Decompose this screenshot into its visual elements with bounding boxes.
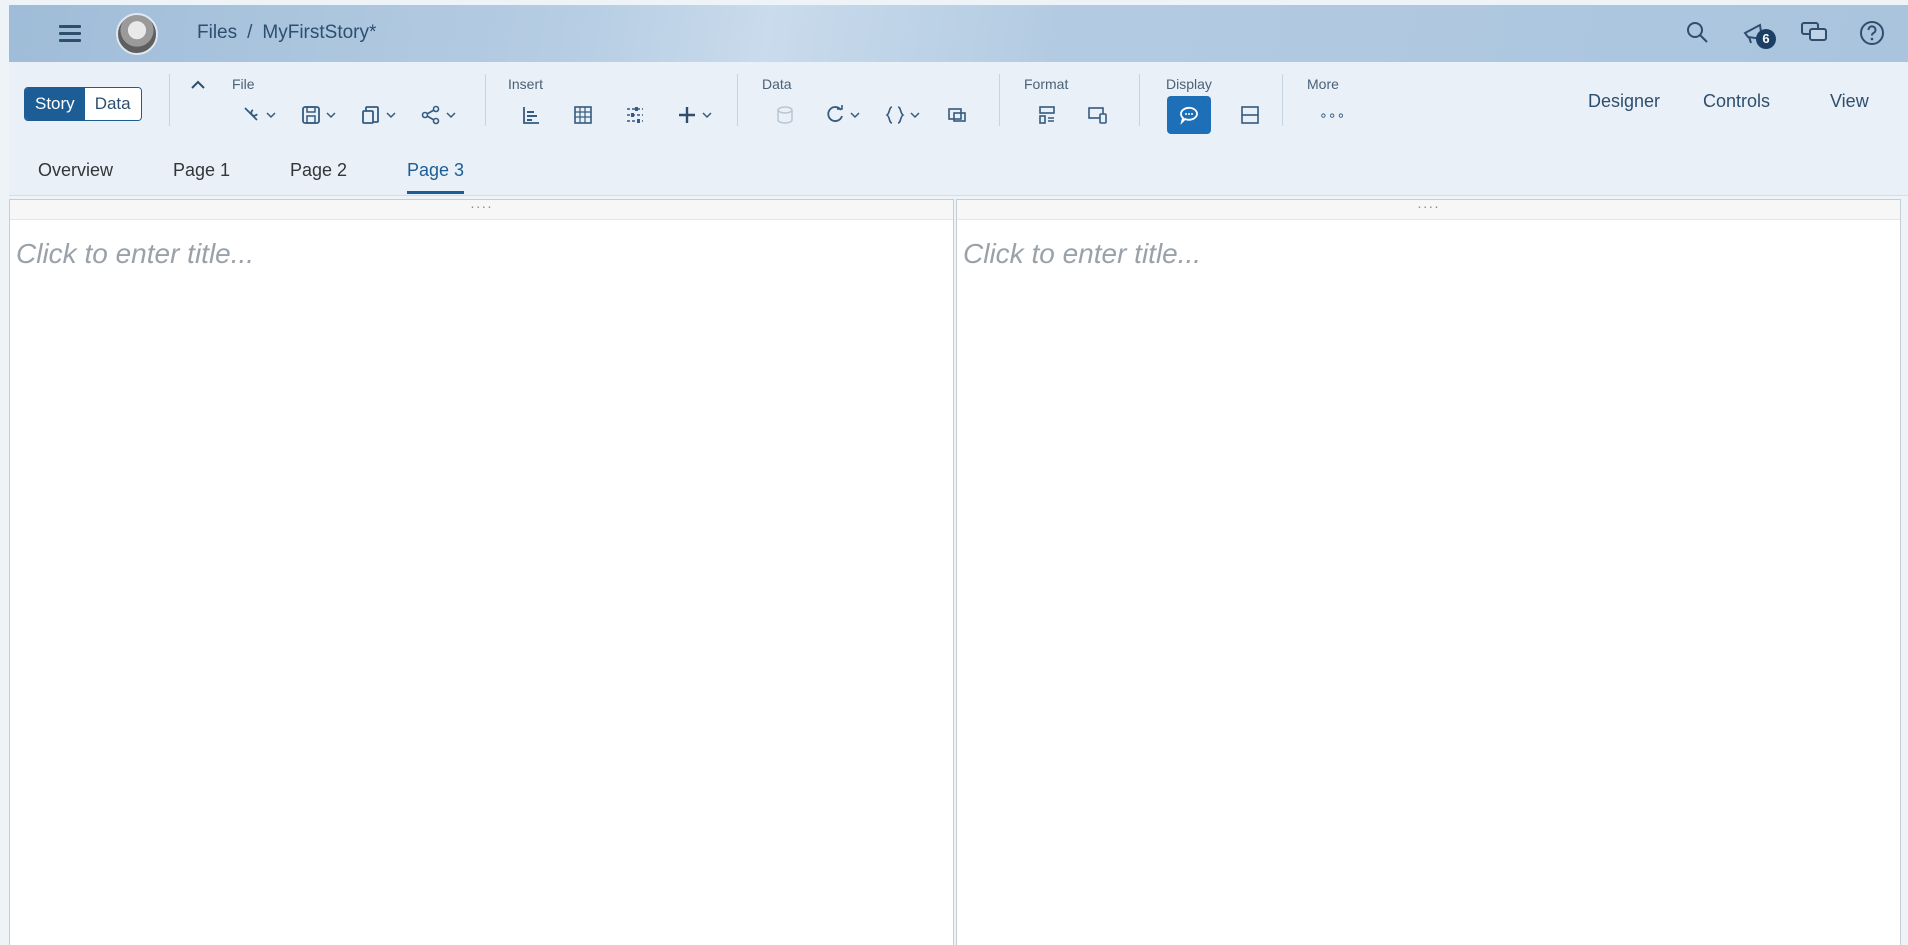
save-menu[interactable] [299,100,337,130]
breadcrumb-separator: / [247,22,253,43]
chevron-down-icon [446,112,456,119]
notifications-icon[interactable]: 6 [1740,17,1776,49]
wrench-icon [244,107,258,121]
panel-split-icon [1241,106,1259,124]
search-icon[interactable] [1682,17,1714,49]
tab-page-1[interactable]: Page 1 [173,160,230,191]
insert-chart-button[interactable] [519,100,543,130]
panel-title-placeholder[interactable]: Click to enter title... [16,238,953,270]
panel-drag-handle[interactable]: ···· [957,199,1900,220]
share-menu[interactable] [419,100,457,130]
device-preview-icon [1088,107,1107,124]
controls-link[interactable]: Controls [1703,91,1770,112]
toolbar-divider [737,74,738,126]
copy-icon [362,106,379,124]
refresh-menu[interactable] [823,100,861,130]
chevron-down-icon [702,112,712,119]
share-icon [421,105,440,125]
panel-title-placeholder[interactable]: Click to enter title... [963,238,1900,270]
menu-icon[interactable] [55,21,85,47]
styling-button[interactable] [1035,100,1059,130]
panel-drag-handle[interactable]: ···· [10,199,953,220]
story-panel-left: ···· Click to enter title... [9,199,954,945]
toolbar-divider [999,74,1000,126]
refresh-icon [827,105,843,122]
chevron-down-icon [850,112,860,119]
chevron-down-icon [326,112,336,119]
comment-mode-button[interactable] [1167,96,1211,134]
formula-menu[interactable] [883,100,921,130]
chevron-down-icon [266,112,276,119]
notification-badge: 6 [1756,29,1776,49]
story-name: MyFirstStory* [262,22,377,43]
story-toolbar: Story Data File Insert Data Format Displ… [9,62,1908,144]
styling-icon [1039,106,1055,124]
chart-icon [523,107,539,124]
toolbar-divider [169,74,170,126]
data-source-button[interactable] [773,100,797,130]
more-group-label: More [1307,76,1339,92]
plus-icon [679,107,695,123]
avatar[interactable] [116,13,158,55]
chevron-down-icon [386,112,396,119]
file-group-label: File [232,76,255,92]
toolbar-divider [1139,74,1140,126]
breadcrumb-files-link[interactable]: Files [197,22,237,43]
tab-overview[interactable]: Overview [38,160,113,191]
linked-analysis-icon [948,108,966,122]
chevron-down-icon [910,112,920,119]
database-icon [777,106,793,124]
insert-add-menu[interactable] [675,100,713,130]
display-group-label: Display [1166,76,1212,92]
story-data-toggle: Story Data [24,87,142,121]
table-icon [574,106,592,124]
data-group-label: Data [762,76,792,92]
tools-menu[interactable] [239,100,277,130]
insert-group-label: Insert [508,76,544,92]
filter-controls-icon [627,107,643,123]
collapse-toolbar-icon[interactable] [187,74,209,96]
copy-menu[interactable] [359,100,397,130]
designer-link[interactable]: Designer [1588,91,1660,112]
tab-page-3[interactable]: Page 3 [407,160,465,194]
page-tabs: Overview Page 1 Page 2 Page 3 [9,144,1908,196]
shell-bar: Files / MyFirstStory* 6 [9,5,1908,62]
insert-table-button[interactable] [571,100,595,130]
comment-icon [1180,106,1198,125]
view-link[interactable]: View [1830,91,1869,112]
linked-analysis-button[interactable] [945,100,969,130]
shell-actions: 6 [1682,17,1888,49]
story-mode-button[interactable]: Story [25,88,85,120]
save-icon [302,106,320,124]
data-mode-button[interactable]: Data [84,88,141,120]
discussion-icon[interactable] [1798,17,1830,49]
breadcrumb: Files / MyFirstStory* [197,22,376,44]
toolbar-divider [1282,74,1283,126]
insert-input-control-button[interactable] [623,100,647,130]
more-options-button[interactable]: ∘∘∘ [1319,100,1345,130]
help-icon[interactable] [1856,17,1888,49]
device-preview-button[interactable] [1086,100,1110,130]
tab-page-2[interactable]: Page 2 [290,160,347,191]
format-group-label: Format [1024,76,1069,92]
grid-toggle-button[interactable] [1238,100,1262,130]
story-panel-right: ···· Click to enter title... [956,199,1901,945]
toolbar-divider [485,74,486,126]
braces-icon [885,106,905,124]
